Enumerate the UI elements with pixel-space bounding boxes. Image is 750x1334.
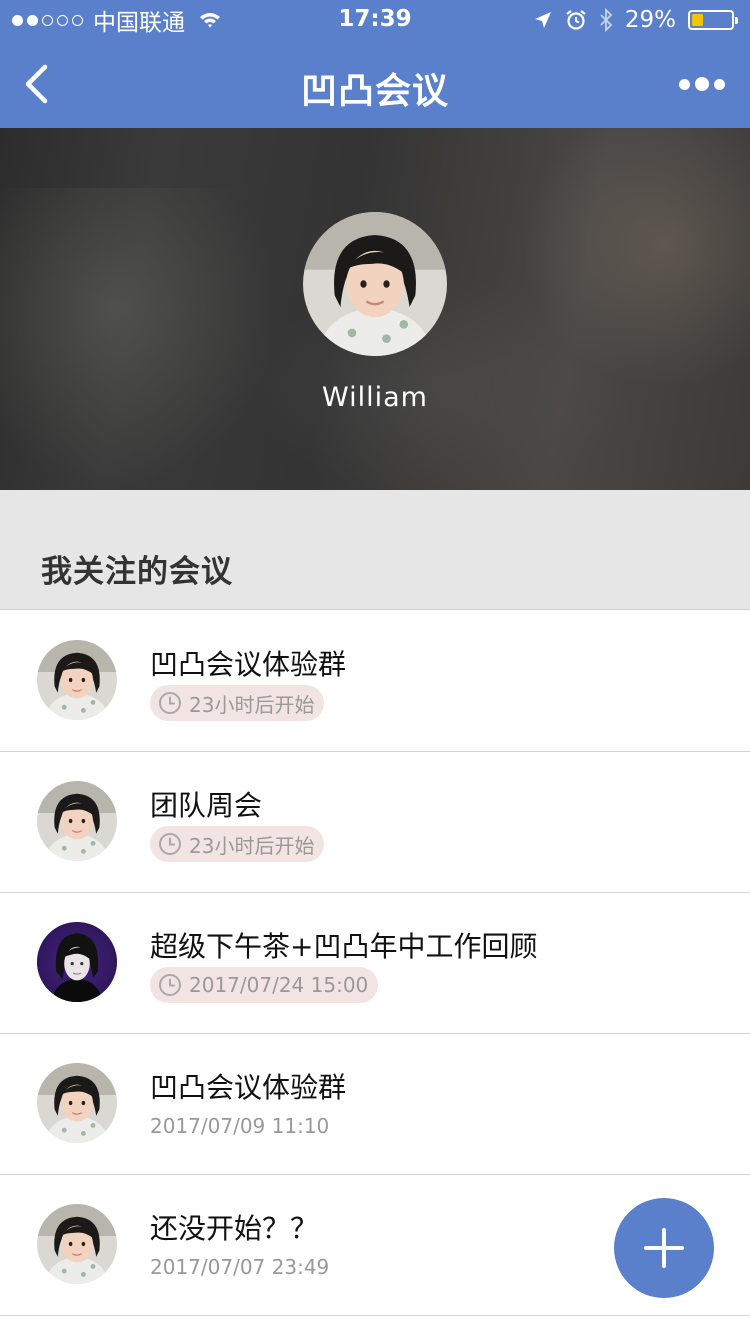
status-right: 29% [533,6,738,34]
profile-username: William [322,382,428,413]
profile-avatar[interactable] [303,212,447,356]
battery-icon [688,10,738,30]
meeting-avatar [37,781,117,861]
meeting-title: 团队周会 [150,789,263,822]
status-left: 中国联通 [12,6,221,36]
wifi-icon [200,13,220,28]
clock-icon [159,833,181,855]
navigation-bar: 凹凸会议 [0,40,750,128]
meeting-avatar [37,640,117,720]
meeting-time: 2017/07/09 11:10 [150,1114,330,1138]
back-button[interactable] [14,58,58,110]
section-header: 我关注的会议 [0,490,750,610]
meeting-title: 还没开始？？ [150,1212,319,1245]
section-title: 我关注的会议 [41,554,233,590]
plus-icon [644,1228,684,1268]
alarm-clock-icon [566,10,586,30]
meeting-time-badge: 23小时后开始 [150,685,325,721]
status-bar: 中国联通 17:39 29% [0,0,750,40]
meeting-title: 超级下午茶+凹凸年中工作回顾 [150,930,538,963]
meeting-time-badge: 2017/07/24 15:00 [150,967,379,1003]
page-title: 凹凸会议 [300,71,449,112]
bluetooth-icon [600,8,613,32]
meeting-avatar [37,922,117,1002]
meeting-time: 2017/07/24 15:00 [189,973,369,997]
add-meeting-button[interactable] [614,1198,714,1298]
more-dots-icon [679,78,690,90]
more-options-button[interactable] [672,68,732,100]
meeting-avatar [37,1063,117,1143]
location-arrow-icon [534,12,551,28]
clock-icon [159,974,181,996]
meeting-time: 23小时后开始 [189,692,315,717]
meeting-time-badge: 23小时后开始 [150,826,325,862]
meeting-row[interactable]: 超级下午茶+凹凸年中工作回顾 2017/07/24 15:00 [0,893,750,1034]
meeting-time: 2017/07/07 23:49 [150,1255,330,1279]
meeting-row[interactable]: 凹凸会议体验群 2017/07/09 11:10 [0,1034,750,1175]
chevron-left-icon [25,64,48,104]
battery-level-fill [692,14,704,26]
signal-strength-icon [12,14,83,26]
meeting-title: 凹凸会议体验群 [150,1071,347,1104]
meeting-row[interactable]: 团队周会 23小时后开始 [0,752,750,893]
meeting-time: 23小时后开始 [189,833,315,858]
battery-percent: 29% [624,7,676,33]
clock-icon [159,692,181,714]
meeting-title: 凹凸会议体验群 [150,648,347,681]
profile-header: William [0,128,750,490]
meeting-avatar [37,1204,117,1284]
meeting-row[interactable]: 凹凸会议体验群 23小时后开始 [0,611,750,752]
carrier-name: 中国联通 [93,10,185,36]
